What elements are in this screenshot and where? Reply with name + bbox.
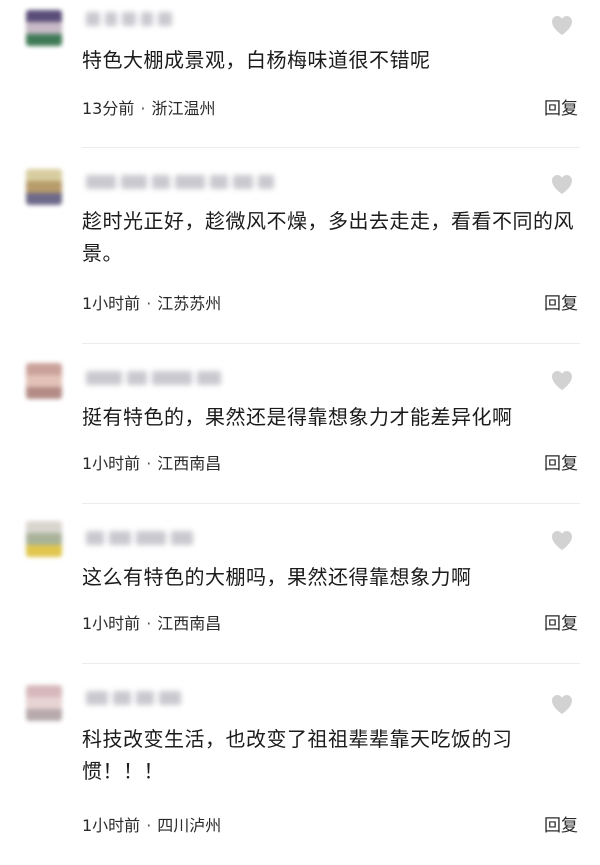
comment-text: 科技改变生活，也改变了祖祖辈辈靠天吃饭的习惯！！！ — [82, 727, 513, 783]
avatar-tone — [26, 685, 62, 697]
avatar-tone — [26, 193, 62, 205]
comment-time: 1小时前 — [82, 614, 141, 633]
avatar-tone — [26, 10, 62, 22]
username-blurred[interactable] — [86, 173, 274, 191]
separator-dot: · — [146, 294, 152, 313]
comment-text: 挺有特色的，果然还是得靠想象力才能差异化啊 — [82, 405, 513, 429]
username-blurred[interactable] — [86, 10, 172, 28]
avatar-tone — [26, 709, 62, 721]
username-blurred[interactable] — [86, 529, 193, 547]
comment-meta: 13分前 · 浙江温州 回复 — [82, 98, 600, 120]
avatar[interactable] — [26, 521, 62, 557]
username-blurred[interactable] — [86, 369, 221, 387]
heart-icon[interactable] — [550, 173, 574, 195]
reply-button[interactable]: 回复 — [544, 815, 578, 837]
comment-item: 挺有特色的，果然还是得靠想象力才能差异化啊 1小时前 · 江西南昌 回复 — [0, 343, 600, 503]
heart-icon[interactable] — [550, 529, 574, 551]
comment-text: 这么有特色的大棚吗，果然还得靠想象力啊 — [82, 565, 472, 589]
separator-dot: · — [146, 454, 152, 473]
heart-icon[interactable] — [550, 369, 574, 391]
reply-button[interactable]: 回复 — [544, 293, 578, 315]
comment-time: 1小时前 — [82, 816, 141, 835]
avatar-tone — [26, 533, 62, 545]
comment-item: 科技改变生活，也改变了祖祖辈辈靠天吃饭的习惯！！！ 1小时前 · 四川泸州 回复 — [0, 663, 600, 865]
reply-button[interactable]: 回复 — [544, 98, 578, 120]
comment-location: 江西南昌 — [157, 614, 222, 633]
comment-location: 浙江温州 — [151, 99, 216, 118]
avatar-tone — [26, 363, 62, 375]
comment-text: 趁时光正好，趁微风不燥，多出去走走，看看不同的风景。 — [82, 209, 574, 265]
avatar-tone — [26, 34, 62, 46]
comment-time: 1小时前 — [82, 454, 141, 473]
reply-button[interactable]: 回复 — [544, 613, 578, 635]
avatar[interactable] — [26, 685, 62, 721]
comment-item: 趁时光正好，趁微风不燥，多出去走走，看看不同的风景。 1小时前 · 江苏苏州 回复 — [0, 147, 600, 343]
comment-location: 四川泸州 — [157, 816, 222, 835]
avatar-tone — [26, 545, 62, 557]
heart-icon[interactable] — [550, 14, 574, 36]
avatar-tone — [26, 387, 62, 399]
comment-item: 特色大棚成景观，白杨梅味道很不错呢 13分前 · 浙江温州 回复 — [0, 0, 600, 147]
avatar-tone — [26, 697, 62, 709]
avatar-tone — [26, 521, 62, 533]
comment-meta: 1小时前 · 江西南昌 回复 — [82, 613, 600, 635]
comment-text: 特色大棚成景观，白杨梅味道很不错呢 — [82, 48, 431, 72]
avatar-tone — [26, 169, 62, 181]
avatar[interactable] — [26, 169, 62, 205]
avatar[interactable] — [26, 10, 62, 46]
comment-time: 13分前 — [82, 99, 135, 118]
username-blurred[interactable] — [86, 689, 181, 707]
separator-dot: · — [146, 816, 152, 835]
comment-location: 江苏苏州 — [157, 294, 222, 313]
avatar[interactable] — [26, 363, 62, 399]
comment-meta: 1小时前 · 江苏苏州 回复 — [82, 293, 600, 315]
avatar-tone — [26, 22, 62, 34]
comment-item: 这么有特色的大棚吗，果然还得靠想象力啊 1小时前 · 江西南昌 回复 — [0, 503, 600, 663]
heart-icon[interactable] — [550, 693, 574, 715]
comment-location: 江西南昌 — [157, 454, 222, 473]
avatar-tone — [26, 181, 62, 193]
reply-button[interactable]: 回复 — [544, 453, 578, 475]
separator-dot: · — [146, 614, 152, 633]
comment-time: 1小时前 — [82, 294, 141, 313]
comment-meta: 1小时前 · 江西南昌 回复 — [82, 453, 600, 475]
avatar-tone — [26, 375, 62, 387]
separator-dot: · — [140, 99, 146, 118]
comment-meta: 1小时前 · 四川泸州 回复 — [82, 815, 600, 837]
